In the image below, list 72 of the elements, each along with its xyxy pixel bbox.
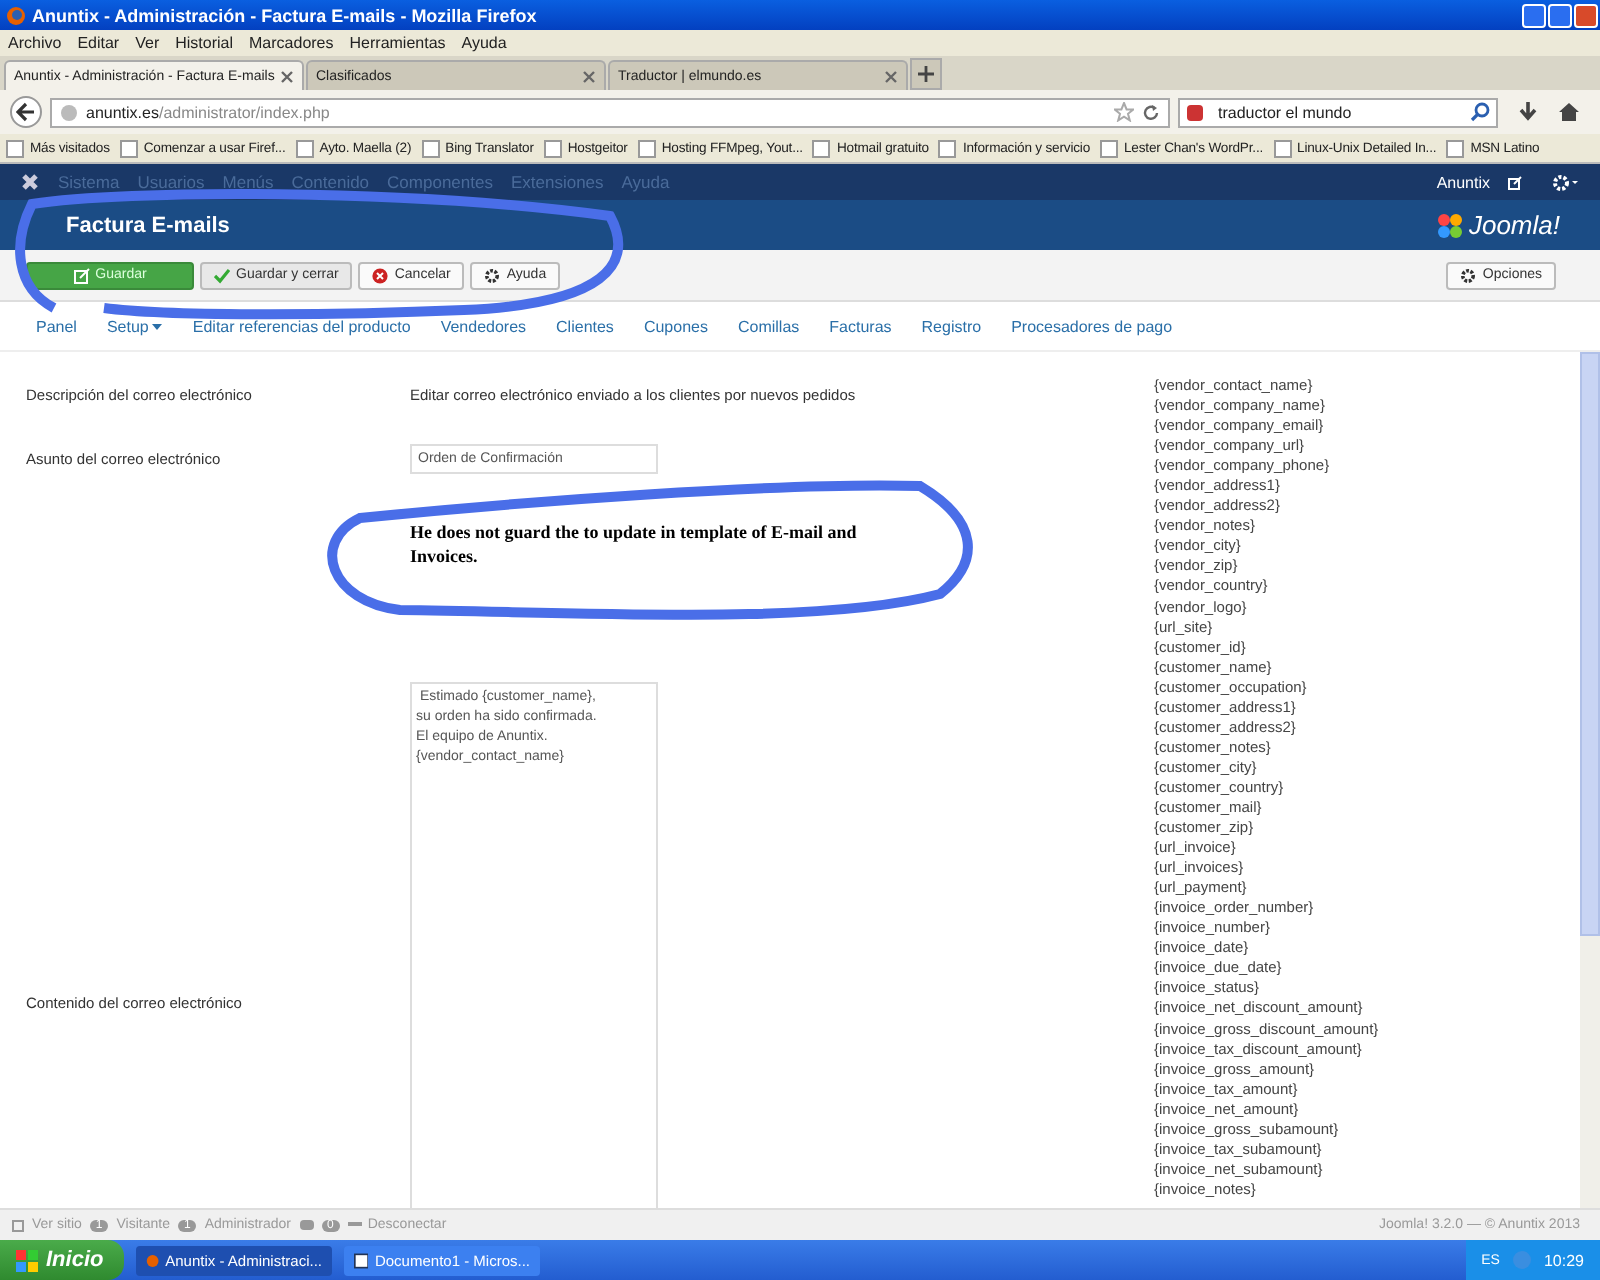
url-text: anuntix.es/administrator/index.php bbox=[86, 103, 330, 121]
nav-link[interactable]: Comillas bbox=[737, 317, 800, 335]
nav-link[interactable]: Registro bbox=[921, 317, 982, 335]
page-icon bbox=[938, 139, 957, 157]
nav-link[interactable]: Panel bbox=[36, 317, 77, 335]
address-bar[interactable]: anuntix.es/administrator/index.php bbox=[50, 97, 1170, 127]
external-link-icon bbox=[1508, 175, 1522, 189]
checkmark-icon bbox=[214, 267, 230, 283]
menu-item[interactable]: Ver bbox=[135, 34, 160, 52]
joomla-logo-icon bbox=[20, 172, 40, 192]
plus-icon bbox=[918, 66, 934, 82]
page-icon bbox=[1273, 139, 1292, 157]
joomla-logo-icon bbox=[1436, 211, 1465, 239]
annotation-text: He does not guard the to update in template of E-mail and Invoices. bbox=[410, 520, 859, 568]
maximize-button[interactable] bbox=[1548, 3, 1572, 27]
close-icon bbox=[280, 69, 294, 83]
search-icon bbox=[1470, 102, 1490, 122]
clock-text: 10:29 bbox=[1543, 1251, 1584, 1269]
menu-item[interactable]: Herramientas bbox=[349, 34, 446, 52]
new-tab-button[interactable] bbox=[910, 58, 942, 90]
edit-icon bbox=[73, 267, 90, 283]
menu-item[interactable]: Marcadores bbox=[249, 34, 334, 52]
close-button[interactable] bbox=[1574, 3, 1598, 27]
page-icon bbox=[295, 139, 314, 157]
gear-icon bbox=[484, 267, 501, 283]
nav-link[interactable]: Clientes bbox=[556, 317, 614, 335]
window-title: Anuntix - Administración - Factura E-mails - Mozilla Firefox bbox=[32, 5, 539, 25]
page-icon bbox=[1100, 139, 1118, 157]
user-link[interactable]: Anuntix bbox=[1436, 173, 1490, 191]
cancel-icon bbox=[372, 267, 389, 283]
download-icon bbox=[1518, 102, 1538, 122]
firefox-icon bbox=[6, 5, 26, 25]
reload-icon bbox=[1142, 103, 1160, 121]
page-icon bbox=[119, 139, 138, 157]
nav-link[interactable]: Cupones bbox=[643, 317, 708, 335]
minimize-button[interactable] bbox=[1522, 3, 1546, 27]
app-icon bbox=[354, 1251, 369, 1269]
nav-link[interactable]: Facturas bbox=[829, 317, 892, 335]
back-arrow-icon bbox=[16, 102, 36, 122]
external-link-icon bbox=[12, 1218, 26, 1232]
page-icon bbox=[1446, 139, 1465, 157]
nav-link[interactable]: Setup bbox=[106, 317, 163, 335]
minus-icon bbox=[347, 1222, 362, 1228]
menu-item[interactable]: Editar bbox=[77, 34, 120, 52]
close-icon bbox=[884, 69, 898, 83]
page-icon bbox=[543, 139, 562, 157]
start-button[interactable]: Inicio bbox=[0, 1240, 124, 1280]
gear-icon bbox=[1460, 267, 1477, 283]
gear-icon bbox=[1552, 173, 1580, 191]
home-icon bbox=[1558, 102, 1580, 122]
scrollbar-thumb[interactable] bbox=[1580, 352, 1600, 936]
brand-name: Joomla! bbox=[1468, 210, 1560, 240]
message-icon bbox=[299, 1219, 314, 1231]
nav-link[interactable]: Procesadores de pago bbox=[1011, 317, 1173, 335]
menu-item[interactable]: Ayuda bbox=[461, 34, 507, 52]
menu-item[interactable]: Archivo bbox=[8, 34, 62, 52]
page-title: Factura E-mails bbox=[66, 213, 230, 237]
scrollbar[interactable] bbox=[1580, 352, 1600, 1208]
page-icon bbox=[6, 139, 24, 157]
caret-icon bbox=[152, 323, 163, 329]
page-icon bbox=[812, 139, 831, 157]
page-icon bbox=[637, 139, 656, 157]
page-icon bbox=[421, 139, 440, 157]
app-icon bbox=[146, 1251, 160, 1269]
menu-item[interactable]: Historial bbox=[175, 34, 234, 52]
back-button[interactable] bbox=[10, 96, 42, 128]
close-icon bbox=[582, 69, 596, 83]
windows-logo-icon bbox=[16, 1249, 38, 1271]
nav-link[interactable]: Vendedores bbox=[440, 317, 527, 335]
search-field[interactable]: traductor el mundo bbox=[1178, 97, 1498, 127]
star-icon bbox=[1114, 102, 1134, 122]
nav-link[interactable]: Editar referencias del producto bbox=[192, 317, 411, 335]
